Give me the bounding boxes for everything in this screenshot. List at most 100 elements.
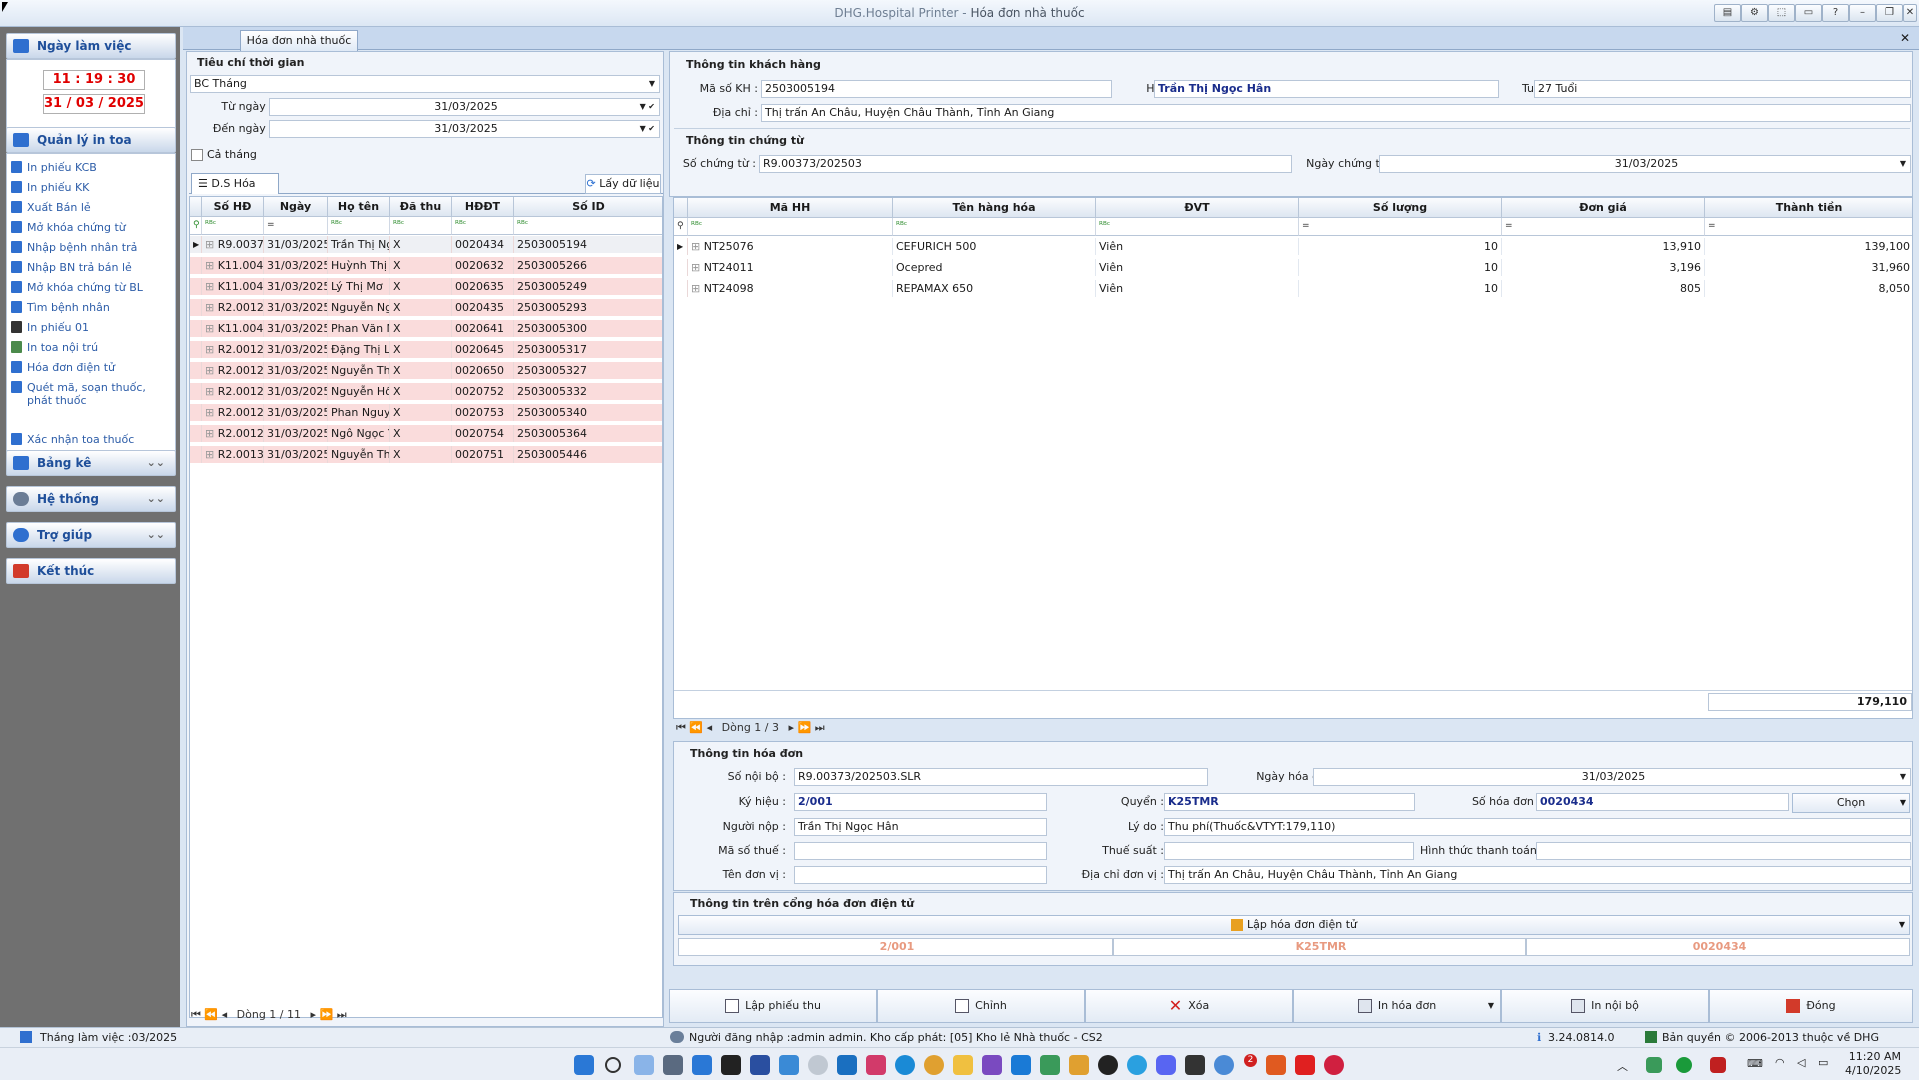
toolbar-icon-3[interactable]: ⬚ [1768, 4, 1795, 22]
minimize-icon[interactable]: – [1849, 4, 1876, 22]
prev-icon[interactable]: ◂ [222, 1008, 228, 1021]
table-row[interactable]: ⊞ K11.004...31/03/2025...Phan Văn N...X0… [190, 320, 662, 337]
expand-icon[interactable]: ⊞ [205, 406, 218, 419]
tray-icon[interactable] [1646, 1057, 1662, 1073]
battery-icon[interactable]: ▭ [1818, 1056, 1828, 1069]
filter-cell[interactable]: ᴿᴮᶜ [202, 217, 264, 235]
discord-icon[interactable] [1156, 1055, 1176, 1075]
reason-field[interactable]: Thu phí(Thuốc&VTYT:179,110) [1164, 818, 1911, 836]
first-page-icon[interactable]: ⏮ [191, 1008, 201, 1021]
table-row[interactable]: ⊞ R2.0012...31/03/2025...Nguyễn Thị...X0… [190, 362, 662, 379]
toolbar-icon-1[interactable]: ▤ [1714, 4, 1741, 22]
expand-icon[interactable]: ⊞ [205, 238, 218, 251]
expand-icon[interactable]: ⊞ [691, 282, 704, 295]
filter-cell[interactable]: ᴿᴮᶜ [328, 217, 390, 235]
app-icon[interactable] [924, 1055, 944, 1075]
nav-item-in-toa-noi-tru[interactable]: In toa nội trú [11, 341, 177, 354]
expand-icon[interactable]: ⊞ [205, 385, 218, 398]
expand-icon[interactable]: ⊞ [205, 364, 218, 377]
app-icon[interactable] [837, 1055, 857, 1075]
next-icon[interactable]: ▸ [311, 1008, 317, 1021]
brave-icon[interactable] [1266, 1055, 1286, 1075]
app-icon[interactable] [692, 1055, 712, 1075]
voucher-no-field[interactable]: R9.00373/202503 [759, 155, 1292, 173]
tray-icon[interactable] [1676, 1057, 1692, 1073]
invoice-no-field[interactable]: 0020434 [1536, 793, 1789, 811]
expand-icon[interactable]: ⊞ [205, 301, 218, 314]
col-header-so-hd[interactable]: Số HĐ [202, 197, 264, 217]
filter-cell[interactable]: = [1705, 218, 1912, 236]
from-date-input[interactable]: 31/03/2025 ▼ ✔ [269, 98, 660, 116]
customer-address-field[interactable]: Thị trấn An Châu, Huyện Châu Thành, Tỉnh… [761, 104, 1911, 122]
expand-icon[interactable]: ⊞ [205, 427, 218, 440]
expand-icon[interactable]: ⊞ [691, 261, 704, 274]
next-page-icon[interactable]: ⏩ [798, 721, 812, 734]
telegram-icon[interactable] [1127, 1055, 1147, 1075]
nav-item-mo-khoa-chung-tu[interactable]: Mở khóa chứng từ [11, 221, 177, 234]
clock[interactable]: 11:20 AM 4/10/2025 [1845, 1050, 1901, 1078]
app-icon[interactable] [808, 1055, 828, 1075]
col-header-ngay[interactable]: Ngày [264, 197, 328, 217]
col-header-hddt[interactable]: HĐĐT [452, 197, 514, 217]
expand-icon[interactable]: ⊞ [205, 259, 218, 272]
table-row[interactable]: ⊞ R2.0013...31/03/2025...Nguyễn Thị...X0… [190, 446, 662, 463]
report-mode-select[interactable]: BC Tháng ▼ [190, 75, 660, 93]
terminal-icon[interactable] [721, 1055, 741, 1075]
table-row[interactable]: ⊞ K11.004...31/03/2025...Huỳnh Thị ...X0… [190, 257, 662, 274]
create-receipt-button[interactable]: Lập phiếu thu [669, 989, 877, 1023]
customer-id-field[interactable]: 2503005194 [761, 80, 1112, 98]
whole-month-checkbox[interactable] [191, 149, 203, 161]
close-icon[interactable]: ✕ [1903, 4, 1917, 22]
powershell-icon[interactable] [750, 1055, 770, 1075]
filter-cell[interactable]: ᴿᴮᶜ [390, 217, 452, 235]
col-header-so-luong[interactable]: Số lượng [1299, 198, 1502, 218]
customer-name-field[interactable]: Trần Thị Ngọc Hân [1154, 80, 1499, 98]
table-row[interactable]: ⊞ K11.004...31/03/2025...Lý Thị MơX00206… [190, 278, 662, 295]
unit-address-field[interactable]: Thị trấn An Châu, Huyện Châu Thành, Tỉnh… [1164, 866, 1911, 884]
create-einvoice-button[interactable]: Lập hóa đơn điện tử ▼ [678, 915, 1910, 935]
expand-icon[interactable]: ⊞ [205, 322, 218, 335]
settings-icon[interactable] [663, 1055, 683, 1075]
app-icon[interactable] [1324, 1055, 1344, 1075]
table-row[interactable]: ⊞ R2.0012...31/03/2025...Đặng Thị L...X0… [190, 341, 662, 358]
app-icon[interactable] [634, 1055, 654, 1075]
app-icon[interactable] [1069, 1055, 1089, 1075]
filter-cell[interactable]: ᴿᴮᶜ [893, 218, 1096, 236]
speaker-icon[interactable]: ◁ [1797, 1056, 1805, 1069]
app-icon[interactable] [866, 1055, 886, 1075]
expand-icon[interactable]: ⊞ [205, 343, 218, 356]
nav-item-nhap-bn-tra-ban-le[interactable]: Nhập BN trả bán lẻ [11, 261, 177, 274]
tax-code-field[interactable] [794, 842, 1047, 860]
nav-item-tim-benh-nhan[interactable]: Tìm bệnh nhân [11, 301, 177, 314]
item-row[interactable]: ▶ ⊞ NT25076 CEFURICH 500 Viên 10 13,910 139,10… [674, 238, 1912, 255]
table-row[interactable]: ⊞ R2.0012...31/03/2025...Nguyễn Ng...X00… [190, 299, 662, 316]
nav-item-in-phieu-kk[interactable]: In phiếu KK [11, 181, 177, 194]
keyboard-icon[interactable]: ⌨ [1747, 1057, 1763, 1070]
expand-icon[interactable]: ⊞ [205, 280, 218, 293]
unit-name-field[interactable] [794, 866, 1047, 884]
prev-page-icon[interactable]: ⏪ [204, 1008, 218, 1021]
payer-field[interactable]: Trần Thị Ngọc Hân [794, 818, 1047, 836]
toolbar-icon-2[interactable]: ⚙ [1741, 4, 1768, 22]
visual-studio-icon[interactable] [982, 1055, 1002, 1075]
invoice-date-field[interactable]: 31/03/2025 ▼ [1313, 768, 1911, 786]
voucher-date-field[interactable]: 31/03/2025 ▼ [1379, 155, 1911, 173]
nav-header-bang-ke[interactable]: Bảng kê ⌄⌄ [6, 450, 176, 476]
customer-age-field[interactable]: 27 Tuổi [1534, 80, 1911, 98]
nav-item-hoa-don-dien-tu[interactable]: Hóa đơn điện tử [11, 361, 177, 374]
item-row[interactable]: ⊞ NT24011 Ocepred Viên 10 3,196 31,960 [674, 259, 1912, 276]
expand-icon[interactable]: ⊞ [691, 240, 704, 253]
app-icon[interactable] [779, 1055, 799, 1075]
wifi-icon[interactable]: ◠ [1775, 1056, 1785, 1069]
filter-cell[interactable]: ᴿᴮᶜ [1096, 218, 1299, 236]
prev-icon[interactable]: ◂ [707, 721, 713, 734]
folder-icon[interactable] [953, 1055, 973, 1075]
table-row[interactable]: ▶⊞ R9.0037...31/03/2025...Trần Thị Ng...… [190, 236, 662, 253]
app-icon[interactable] [1040, 1055, 1060, 1075]
filter-cell[interactable]: ᴿᴮᶜ [452, 217, 514, 235]
next-page-icon[interactable]: ⏩ [320, 1008, 334, 1021]
start-icon[interactable] [574, 1055, 594, 1075]
nav-item-in-phieu-01[interactable]: In phiếu 01 [11, 321, 177, 334]
help-icon[interactable]: ? [1822, 4, 1849, 22]
book-field[interactable]: K25TMR [1164, 793, 1415, 811]
